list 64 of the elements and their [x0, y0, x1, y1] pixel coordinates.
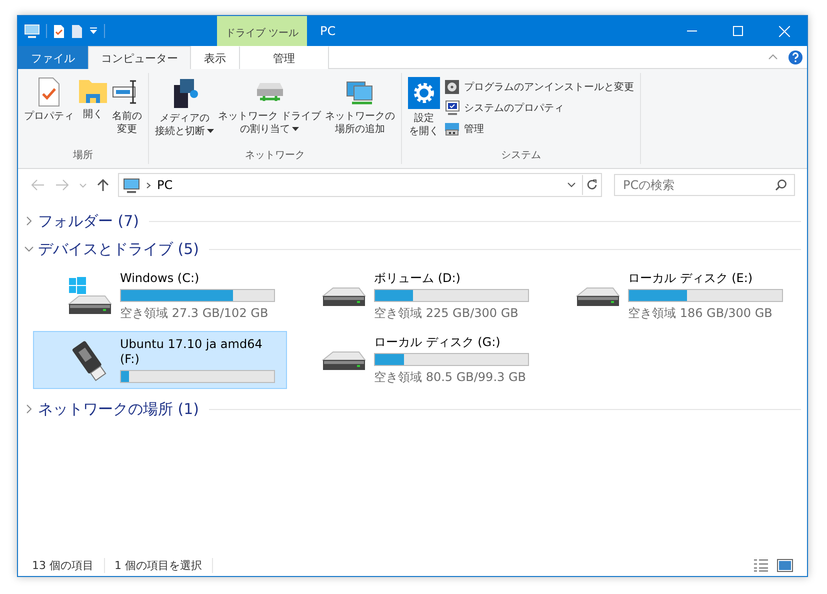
- folder-icon: [78, 77, 108, 105]
- details-view-icon[interactable]: [753, 558, 769, 572]
- computer-manage-icon: [444, 121, 460, 137]
- monitor-check-icon: [444, 100, 460, 116]
- address-path: PC: [157, 178, 173, 192]
- ribbon-button[interactable]: 名前の 変更: [110, 75, 144, 138]
- computer-icon: [123, 178, 140, 192]
- dropdown-icon: [567, 182, 576, 188]
- address-bar[interactable]: PC: [118, 173, 602, 197]
- ribbon-small-button[interactable]: システムのプロパティ: [442, 98, 636, 118]
- close-icon[interactable]: [778, 26, 790, 36]
- ribbon-group-label: 場所: [72, 148, 94, 163]
- search-icon: [775, 179, 787, 191]
- free-space: 空き領域 186 GB/300 GB: [628, 304, 774, 322]
- ribbon-button[interactable]: 開く: [76, 75, 110, 123]
- ribbon-button[interactable]: 設定 を開く: [406, 75, 442, 140]
- drive-tile[interactable]: Windows (C:) 空き領域 27.3 GB/102 GB: [33, 267, 287, 325]
- ribbon-group-label: ネットワーク: [244, 149, 306, 163]
- ribbon-button[interactable]: プロパティ: [22, 75, 76, 125]
- search-field[interactable]: PCの検索: [614, 174, 795, 196]
- large-icons-view-icon[interactable]: [777, 558, 793, 572]
- drive-tile[interactable]: ボリューム (D:) 空き領域 225 GB/300 GB: [287, 267, 541, 325]
- ribbon-tab[interactable]: ファイル: [18, 46, 88, 69]
- chevron-right-icon[interactable]: [24, 404, 34, 414]
- drive-name: Windows (C:): [120, 270, 200, 286]
- free-space: 空き領域 80.5 GB/99.3 GB: [374, 368, 527, 386]
- computer-icon: [24, 24, 40, 38]
- chevron-icon: [146, 182, 151, 188]
- chevron-down-icon[interactable]: [24, 244, 34, 254]
- drive-name: ローカル ディスク (G:): [374, 334, 502, 350]
- ribbon-button[interactable]: メディアの 接続と切断: [153, 75, 216, 140]
- drive-name: ボリューム (D:): [374, 270, 462, 286]
- ribbon-tab[interactable]: 管理: [239, 46, 329, 69]
- document-check-icon[interactable]: [53, 24, 65, 38]
- ribbon-small-button[interactable]: 管理: [442, 119, 636, 139]
- collapse-icon[interactable]: [768, 54, 778, 60]
- status-text: 1 個の項目を選択: [114, 558, 213, 572]
- group-header[interactable]: ネットワークの場所 (1): [38, 400, 200, 418]
- drive-tile[interactable]: ローカル ディスク (G:) 空き領域 80.5 GB/99.3 GB: [287, 331, 541, 389]
- windows-drive-icon: [67, 276, 113, 316]
- ribbon-button[interactable]: ネットワークの 場所の追加: [323, 75, 398, 138]
- group-header[interactable]: デバイスとドライブ (5): [38, 240, 200, 258]
- free-space: 空き領域 225 GB/300 GB: [374, 304, 520, 322]
- document-icon[interactable]: [71, 24, 83, 38]
- group-header[interactable]: フォルダー (7): [38, 212, 140, 230]
- window-title: PC: [319, 23, 337, 40]
- ribbon-button[interactable]: ネットワーク ドライブ の割り当て: [216, 75, 324, 138]
- drive-name: Ubuntu 17.10 ja amd64 (F:): [120, 337, 264, 367]
- context-tab-label: ドライブ ツール: [217, 16, 307, 46]
- ribbon-tab[interactable]: コンピューター: [88, 46, 191, 69]
- minimize-icon[interactable]: [687, 30, 697, 32]
- chevron-right-icon[interactable]: [24, 216, 34, 226]
- disc-box-icon: [444, 79, 460, 95]
- free-space: 空き領域 27.3 GB/102 GB: [120, 304, 270, 322]
- drive-tile[interactable]: Ubuntu 17.10 ja amd64 (F:): [33, 331, 287, 389]
- maximize-icon[interactable]: [733, 26, 743, 36]
- help-icon[interactable]: [788, 50, 803, 64]
- settings-icon: [408, 77, 440, 109]
- ribbon-small-button[interactable]: プログラムのアンインストールと変更: [442, 77, 636, 97]
- drive-tile[interactable]: ローカル ディスク (E:) 空き領域 186 GB/300 GB: [541, 267, 795, 325]
- ribbon-group-label: システム: [500, 149, 542, 163]
- dropdown-icon[interactable]: [89, 27, 98, 35]
- status-text: 13 個の項目: [32, 558, 104, 572]
- drive-name: ローカル ディスク (E:): [628, 270, 754, 286]
